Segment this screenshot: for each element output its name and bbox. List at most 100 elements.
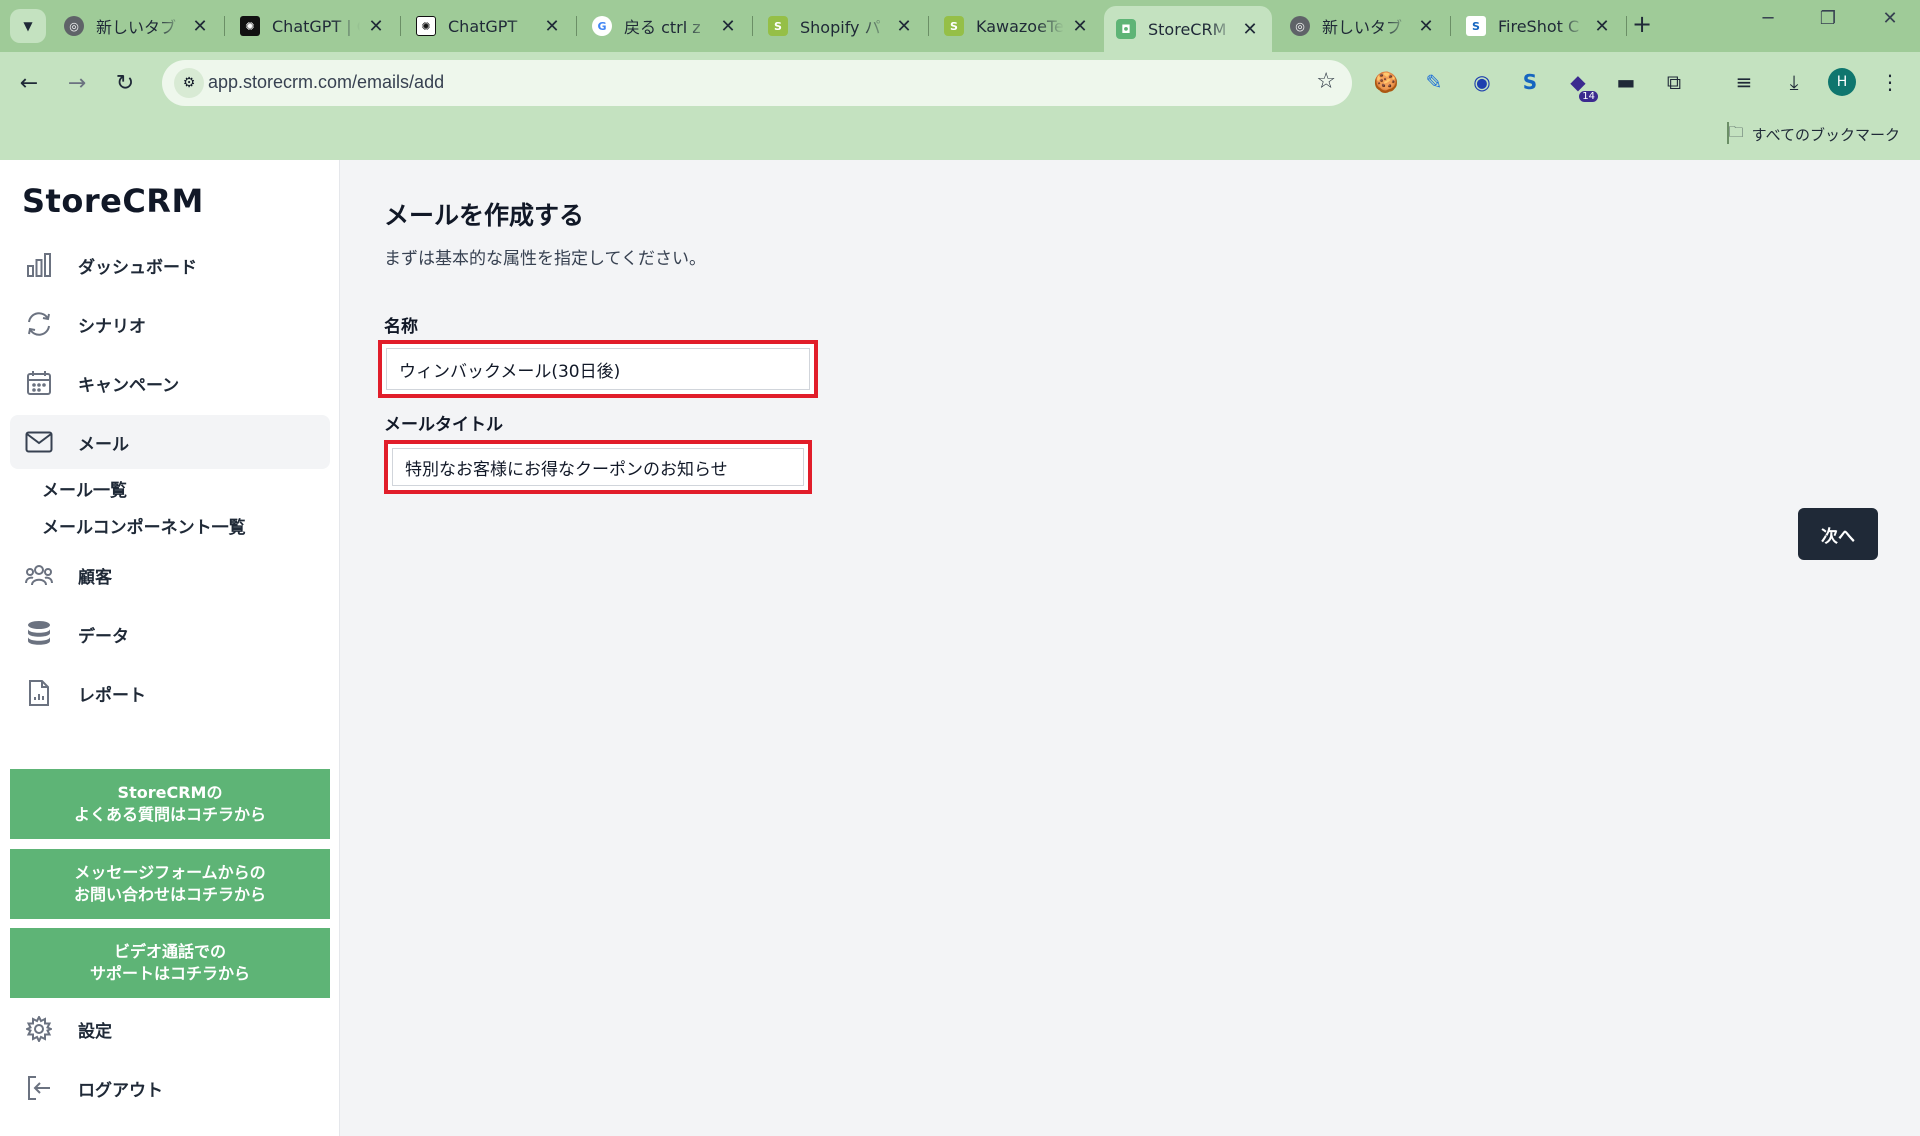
shopify-icon: S <box>768 16 788 36</box>
brand-logo[interactable]: StoreCRM <box>22 182 204 220</box>
sidebar-item-settings[interactable]: 設定 <box>10 1002 330 1056</box>
page-title: メールを作成する <box>384 201 585 230</box>
close-icon[interactable]: ✕ <box>1592 16 1612 37</box>
calendar-icon <box>24 368 54 398</box>
chrome-icon: ◎ <box>64 16 84 36</box>
refresh-icon <box>24 309 54 339</box>
tab-separator <box>1450 16 1451 36</box>
logout-icon <box>24 1073 54 1103</box>
tab-separator <box>752 16 753 36</box>
sidebar-subitem-mail-components[interactable]: メールコンポーネント一覧 <box>42 513 246 538</box>
openai-icon: ✺ <box>416 16 436 36</box>
faq-button[interactable]: StoreCRMの よくある質問はコチラから <box>10 769 330 839</box>
media-control-icon[interactable]: ≡ <box>1728 66 1760 98</box>
close-icon[interactable]: ✕ <box>190 16 210 37</box>
browser-tab[interactable]: S Shopify パ ✕ <box>756 8 926 44</box>
profile-avatar[interactable]: H <box>1826 66 1858 98</box>
sidebar-item-scenario[interactable]: シナリオ <box>10 297 330 351</box>
puzzle-icon[interactable]: ⧉ <box>1658 66 1690 98</box>
window-close-icon[interactable]: ✕ <box>1870 8 1910 29</box>
mail-title-input[interactable] <box>392 448 804 486</box>
url-text[interactable]: app.storecrm.com/emails/add <box>208 72 444 93</box>
forward-icon[interactable]: → <box>60 66 94 100</box>
reload-icon[interactable]: ↻ <box>108 66 142 100</box>
storecrm-icon: ◘ <box>1116 19 1136 39</box>
sidebar-item-dashboard[interactable]: ダッシュボード <box>10 238 330 292</box>
site-settings-icon[interactable]: ⚙ <box>174 68 204 98</box>
address-bar[interactable]: ⚙ app.storecrm.com/emails/add ☆ <box>162 60 1352 106</box>
minimize-icon[interactable]: ─ <box>1748 8 1788 29</box>
sidebar-item-mail[interactable]: メール <box>10 415 330 469</box>
name-label: 名称 <box>384 317 418 337</box>
sidebar-subitem-mail-list[interactable]: メール一覧 <box>42 476 127 501</box>
graduation-extension-icon[interactable]: ◆ 14 <box>1562 66 1598 102</box>
next-button[interactable]: 次へ <box>1798 508 1878 560</box>
tab-separator <box>1626 16 1627 36</box>
browser-tab[interactable]: G 戻る ctrl z ✕ <box>580 8 750 44</box>
glasses-extension-icon[interactable]: ▬ <box>1610 66 1642 98</box>
back-icon[interactable]: ← <box>12 66 46 100</box>
openai-icon: ✺ <box>240 16 260 36</box>
shopify-icon: S <box>944 16 964 36</box>
restore-icon[interactable]: ❐ <box>1808 8 1848 29</box>
sidebar-item-campaign[interactable]: キャンペーン <box>10 356 330 410</box>
sidebar: StoreCRM ダッシュボード シナリオ キャンペーン メール メール一覧 メ… <box>0 160 340 1136</box>
folder-icon: 🗀 <box>1728 123 1744 141</box>
browser-tab[interactable]: ◎ 新しいタブ ✕ <box>52 8 222 44</box>
browser-chrome: ▼ ◎ 新しいタブ ✕ ✺ ChatGPT | C ✕ ✺ ChatGPT ✕ … <box>0 0 1920 160</box>
kebab-menu-icon[interactable]: ⋮ <box>1874 66 1906 98</box>
browser-tab[interactable]: ✺ ChatGPT | C ✕ <box>228 8 398 44</box>
browser-tab[interactable]: S FireShot C ✕ <box>1454 8 1624 44</box>
sidebar-item-logout[interactable]: ログアウト <box>10 1061 330 1115</box>
close-icon[interactable]: ✕ <box>1070 16 1090 37</box>
all-bookmarks-button[interactable]: 🗀 すべてのブックマーク <box>1729 122 1900 147</box>
new-tab-button[interactable]: + <box>1632 10 1652 38</box>
close-icon[interactable]: ✕ <box>718 16 738 37</box>
download-icon[interactable]: ⤓ <box>1778 66 1810 98</box>
browser-tab[interactable]: S KawazoeTe ✕ <box>932 8 1102 44</box>
close-icon[interactable]: ✕ <box>894 16 914 37</box>
extension-badge: 14 <box>1579 91 1598 102</box>
tab-strip: ▼ ◎ 新しいタブ ✕ ✺ ChatGPT | C ✕ ✺ ChatGPT ✕ … <box>0 0 1920 52</box>
browser-tab[interactable]: ◎ 新しいタブ ✕ <box>1278 8 1448 44</box>
database-icon <box>24 619 54 649</box>
fireshot-extension-icon[interactable]: S <box>1514 66 1546 98</box>
browser-tab-active[interactable]: ◘ StoreCRM ✕ <box>1104 6 1272 52</box>
tab-separator <box>928 16 929 36</box>
close-icon[interactable]: ✕ <box>542 16 562 37</box>
close-icon[interactable]: ✕ <box>1240 19 1260 40</box>
sidebar-item-customers[interactable]: 顧客 <box>10 548 330 602</box>
bookmark-star-icon[interactable]: ☆ <box>1316 69 1336 94</box>
video-support-button[interactable]: ビデオ通話での サポートはコチラから <box>10 928 330 998</box>
mail-title-label: メールタイトル <box>384 415 503 435</box>
gear-icon <box>24 1014 54 1044</box>
bar-chart-icon <box>24 250 54 280</box>
pen-extension-icon[interactable]: ✎ <box>1418 66 1450 98</box>
tab-search-button[interactable]: ▼ <box>10 9 46 43</box>
tab-separator <box>400 16 401 36</box>
google-icon: G <box>592 16 612 36</box>
contact-form-button[interactable]: メッセージフォームからの お問い合わせはコチラから <box>10 849 330 919</box>
page-subtitle: まずは基本的な属性を指定してください。 <box>384 249 706 269</box>
mail-icon <box>24 427 54 457</box>
name-input[interactable] <box>386 348 810 390</box>
tab-separator <box>224 16 225 36</box>
tab-separator <box>576 16 577 36</box>
chevron-down-icon: ▼ <box>23 19 33 33</box>
browser-toolbar: ← → ↻ ⚙ app.storecrm.com/emails/add ☆ 🍪 … <box>0 52 1920 114</box>
sidebar-item-data[interactable]: データ <box>10 607 330 661</box>
main-content: メールを作成する まずは基本的な属性を指定してください。 名称 メールタイトル … <box>340 160 1920 1136</box>
close-icon[interactable]: ✕ <box>1416 16 1436 37</box>
mail-title-field-highlight <box>384 440 812 494</box>
cookie-extension-icon[interactable]: 🍪 <box>1370 66 1402 98</box>
browser-tab[interactable]: ✺ ChatGPT ✕ <box>404 8 574 44</box>
fireshot-icon: S <box>1466 16 1486 36</box>
close-icon[interactable]: ✕ <box>366 16 386 37</box>
chrome-icon: ◎ <box>1290 16 1310 36</box>
report-icon <box>24 678 54 708</box>
lock-extension-icon[interactable]: ◉ <box>1466 66 1498 98</box>
app-root: StoreCRM ダッシュボード シナリオ キャンペーン メール メール一覧 メ… <box>0 160 1920 1136</box>
sidebar-item-report[interactable]: レポート <box>10 666 330 720</box>
name-field-highlight <box>378 340 818 398</box>
users-icon <box>24 560 54 590</box>
